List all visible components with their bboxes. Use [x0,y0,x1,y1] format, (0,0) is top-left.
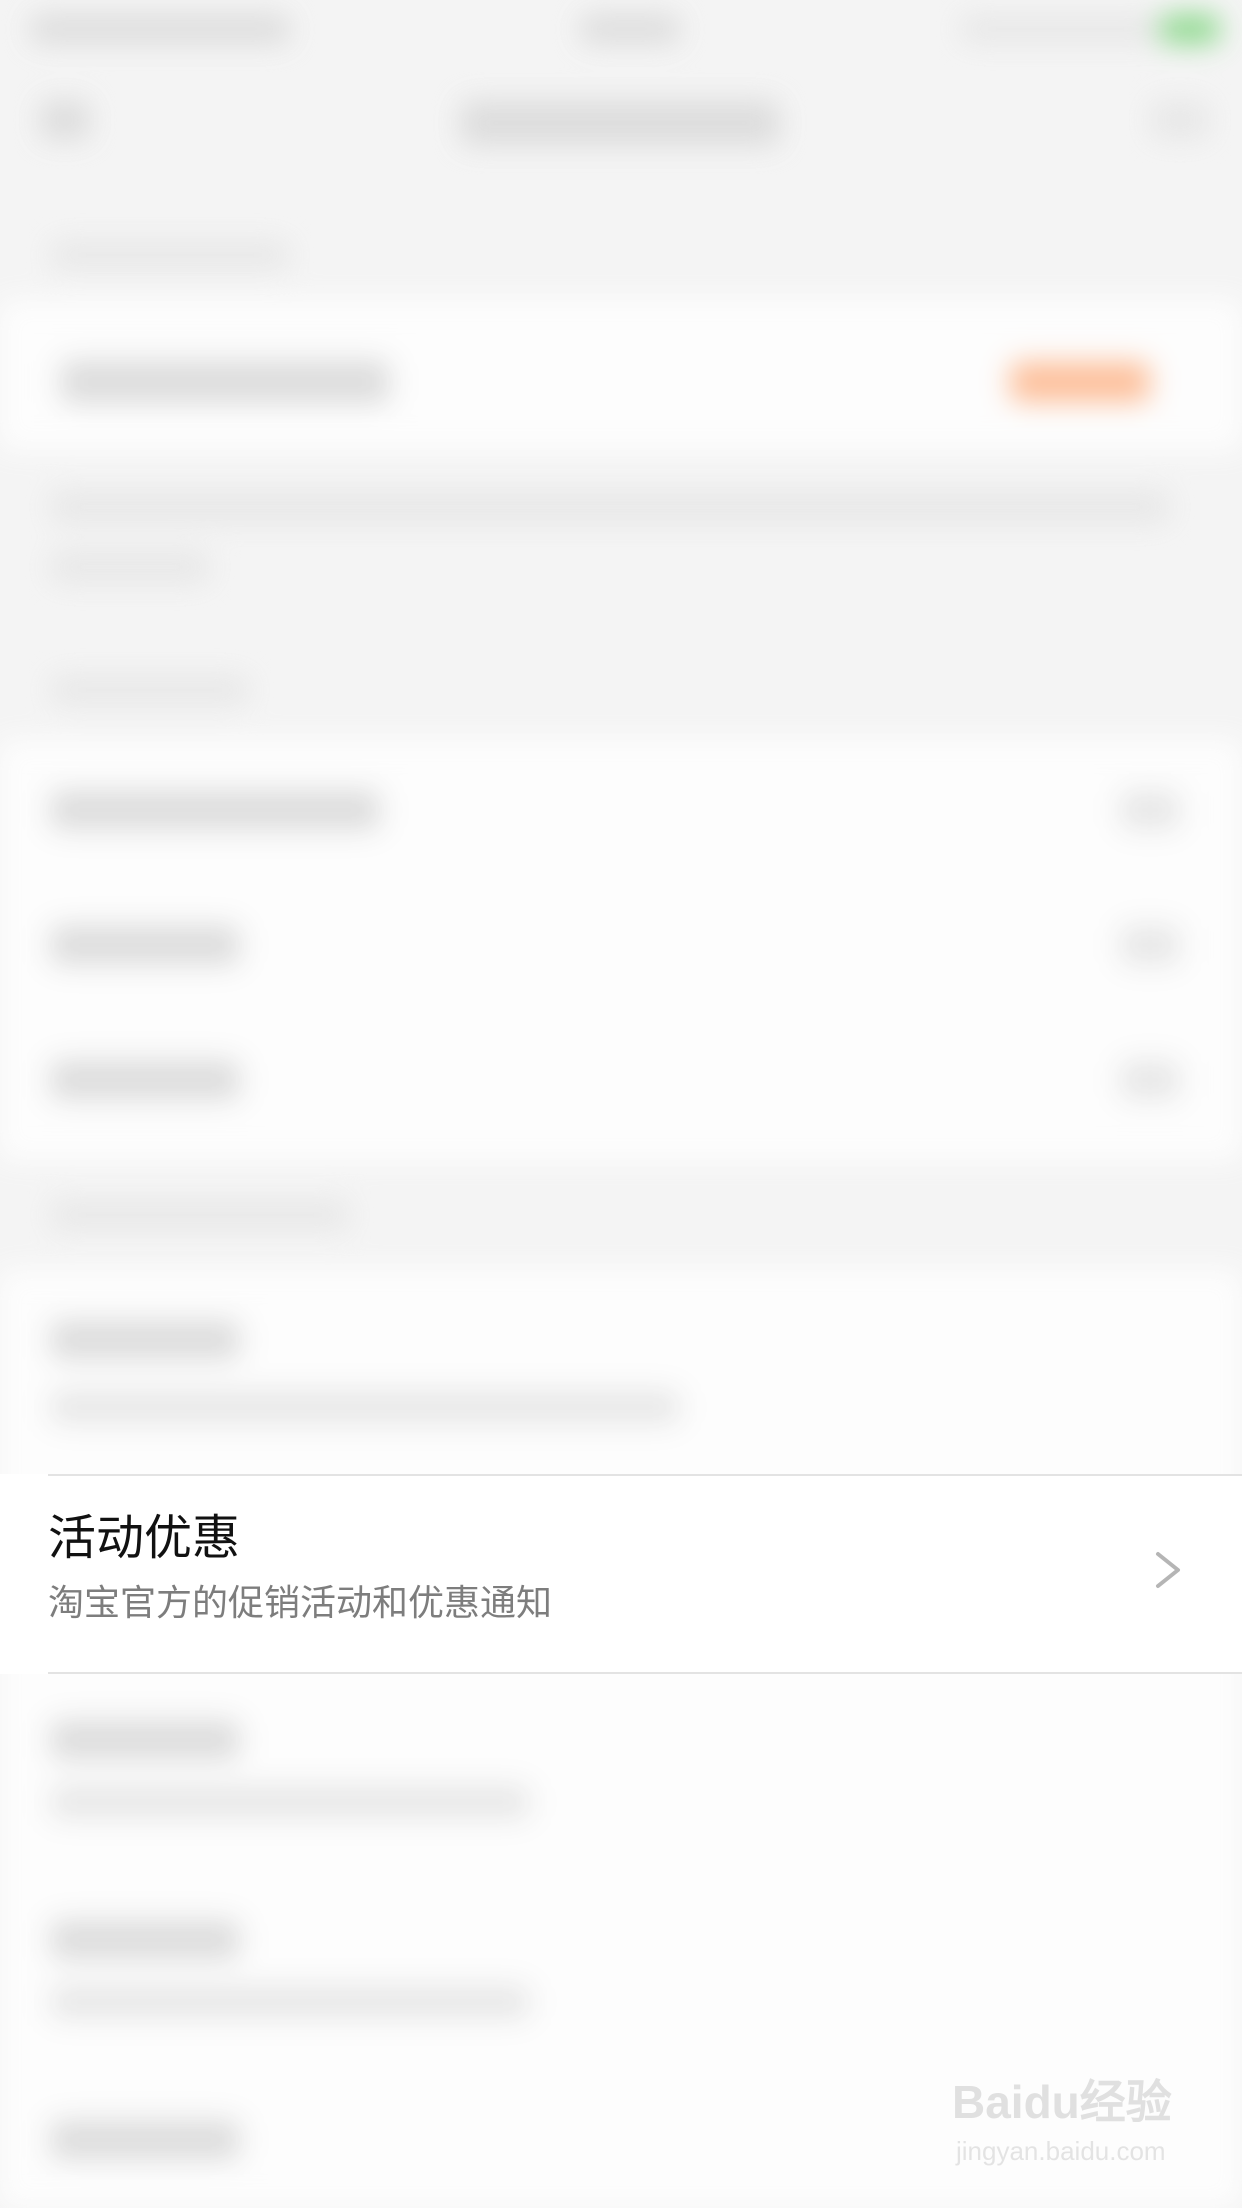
blurred-status-center [580,14,680,44]
watermark-logo: Baidu经验 [952,2076,1172,2128]
divider-top [48,1474,1242,1476]
blurred-card-title [60,360,390,404]
blurred-list-item [50,1320,240,1360]
blurred-list-item [50,790,380,830]
blurred-list-item [50,1060,240,1100]
blurred-toggle [1120,925,1180,965]
blurred-list-item [50,1720,240,1760]
promo-row-subtitle: 淘宝官方的促销活动和优惠通知 [48,1583,553,1624]
blurred-nav-right [1150,100,1210,140]
blurred-section-header [50,240,290,270]
blurred-status-time [30,14,290,44]
blurred-section-header [50,675,250,705]
blurred-back-button [40,100,90,140]
blurred-list-item [50,925,240,965]
baidu-jingyan-watermark: Baidu经验 jingyan.baidu.com [952,2066,1192,2184]
promo-row-title: 活动优惠 [48,1510,241,1566]
blurred-background [0,0,1242,2208]
promo-notification-row[interactable]: 活动优惠 淘宝官方的促销活动和优惠通知 [0,1474,1242,1674]
blurred-card-badge [1010,362,1150,402]
blurred-section-header [50,1200,350,1230]
blurred-list-item [50,1920,240,1960]
blurred-nav-title [460,100,780,146]
blurred-status-right [960,14,1160,44]
blurred-list-subtitle [50,1390,680,1424]
blurred-description-line [50,490,1170,524]
blurred-toggle [1120,790,1180,830]
blurred-description-line [50,550,210,584]
blurred-list-item [50,2120,240,2160]
watermark-url: jingyan.baidu.com [956,2136,1166,2166]
chevron-right-icon [1156,1552,1180,1588]
blurred-battery [1160,14,1220,44]
blurred-toggle [1120,1060,1180,1100]
blurred-list-subtitle [50,1985,530,2019]
divider-bottom [48,1672,1242,1674]
blurred-list-subtitle [50,1785,530,1819]
